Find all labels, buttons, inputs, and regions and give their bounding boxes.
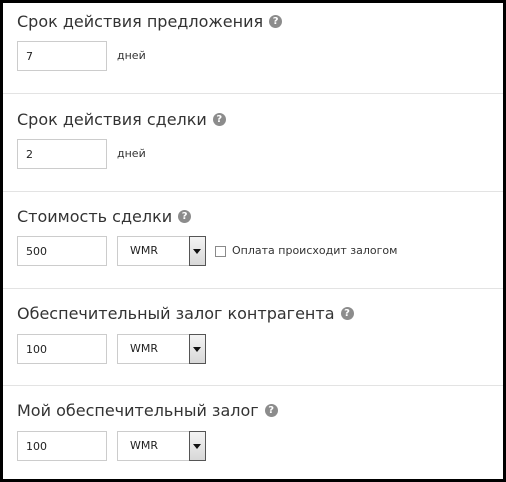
deal-cost-label: Стоимость сделки	[17, 207, 173, 226]
deal-cost-title: Стоимость сделки?	[17, 207, 192, 227]
dropdown-button[interactable]	[189, 334, 206, 364]
chevron-down-icon	[193, 249, 201, 254]
offer-duration-unit: дней	[117, 49, 146, 62]
dropdown-button[interactable]	[189, 236, 206, 266]
my-deposit-input[interactable]	[17, 431, 107, 461]
deal-duration-unit: дней	[117, 147, 146, 160]
deal-cost-section: Стоимость сделки? WMR Оплата происходит …	[3, 192, 503, 289]
offer-duration-input[interactable]	[17, 41, 107, 71]
counterparty-deposit-currency-select[interactable]: WMR	[117, 334, 206, 364]
pay-by-deposit-label[interactable]: Оплата происходит залогом	[232, 244, 397, 258]
help-icon[interactable]: ?	[178, 210, 192, 223]
chevron-down-icon	[193, 444, 201, 449]
my-deposit-label: Мой обеспечительный залог	[17, 401, 259, 420]
my-deposit-currency-value: WMR	[130, 439, 159, 452]
chevron-down-icon	[193, 347, 201, 352]
offer-duration-title: Срок действия предложения?	[17, 12, 283, 32]
counterparty-deposit-input[interactable]	[17, 334, 107, 364]
pay-by-deposit-checkbox[interactable]	[215, 246, 226, 257]
deal-duration-section: Срок действия сделки? дней	[3, 94, 503, 192]
deal-duration-label: Срок действия сделки	[17, 110, 207, 129]
deal-cost-currency-value: WMR	[130, 244, 159, 257]
dropdown-button[interactable]	[189, 431, 206, 461]
help-icon[interactable]: ?	[269, 15, 283, 28]
help-icon[interactable]: ?	[264, 404, 278, 417]
my-deposit-title: Мой обеспечительный залог?	[17, 401, 278, 421]
deal-duration-input[interactable]	[17, 139, 107, 169]
offer-duration-section: Срок действия предложения? дней	[3, 3, 503, 94]
my-deposit-currency-select[interactable]: WMR	[117, 431, 206, 461]
deal-cost-currency-select[interactable]: WMR	[117, 236, 206, 266]
deal-cost-input[interactable]	[17, 236, 107, 266]
counterparty-deposit-title: Обеспечительный залог контрагента?	[17, 304, 354, 324]
counterparty-deposit-label: Обеспечительный залог контрагента	[17, 304, 335, 323]
help-icon[interactable]: ?	[340, 307, 354, 320]
help-icon[interactable]: ?	[212, 113, 226, 126]
deal-duration-title: Срок действия сделки?	[17, 110, 226, 130]
form-panel: Срок действия предложения? дней Срок дей…	[0, 0, 506, 482]
counterparty-deposit-currency-value: WMR	[130, 342, 159, 355]
counterparty-deposit-section: Обеспечительный залог контрагента? WMR	[3, 289, 503, 386]
my-deposit-section: Мой обеспечительный залог? WMR	[3, 386, 503, 479]
offer-duration-label: Срок действия предложения	[17, 12, 264, 31]
